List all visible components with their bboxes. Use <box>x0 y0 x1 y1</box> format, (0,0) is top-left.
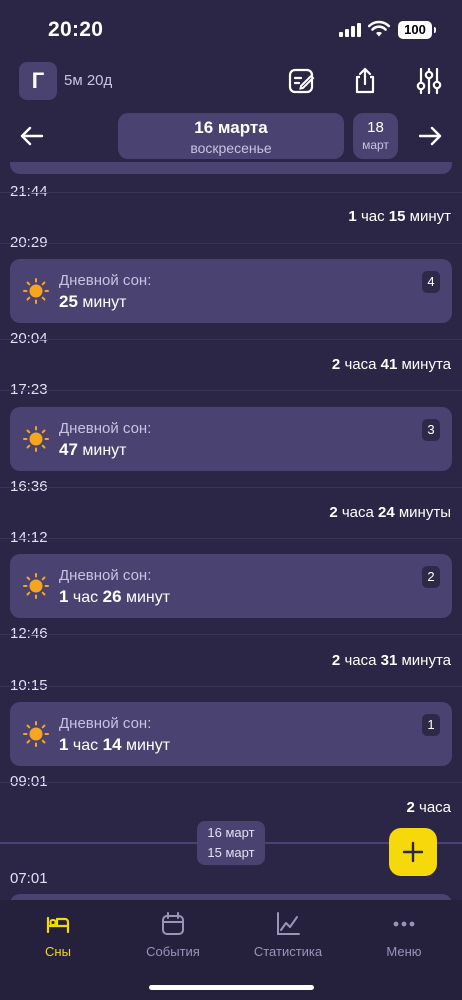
app-screen: 20:20 100 Г 5м 20д 16 марта воскресенье … <box>0 0 462 1000</box>
next-date-month: март <box>362 138 389 152</box>
edit-note-icon[interactable] <box>287 66 317 96</box>
timeline-time: 07:01 <box>10 870 48 887</box>
current-weekday: воскресенье <box>190 140 272 156</box>
arrow-left-icon[interactable] <box>18 122 46 150</box>
current-date-button[interactable]: 16 марта воскресенье <box>118 113 344 159</box>
wifi-icon <box>368 20 390 37</box>
nap-label: Дневной сон: <box>59 420 152 437</box>
line-chart-icon <box>277 912 300 935</box>
plus-icon <box>402 841 424 863</box>
tab-menu[interactable]: Меню <box>354 910 454 959</box>
awake-duration: 1 час 15 минут <box>348 208 451 225</box>
sleep-timeline[interactable]: 21:44 1 час 15 минут 20:29 Дневной сон: … <box>0 162 462 900</box>
nap-number-badge: 4 <box>422 271 440 293</box>
sun-icon <box>23 278 49 304</box>
nap-duration: 25 минут <box>59 292 127 311</box>
tab-sleeps[interactable]: Сны <box>8 910 108 959</box>
add-event-button[interactable] <box>389 828 437 876</box>
more-dots-icon <box>393 921 415 927</box>
child-avatar[interactable]: Г <box>19 62 57 100</box>
nap-card[interactable]: Дневной сон: 1 час 26 минут 2 <box>10 554 452 618</box>
sun-icon <box>23 573 49 599</box>
nap-card[interactable]: Дневной сон: 1 час 14 минут 1 <box>10 702 452 766</box>
sun-icon <box>23 426 49 452</box>
share-icon[interactable] <box>350 66 380 96</box>
bed-icon <box>46 916 70 934</box>
awake-duration: 2 часа 31 минута <box>331 652 451 669</box>
settings-sliders-icon[interactable] <box>414 66 444 96</box>
next-date-number: 18 <box>367 119 384 136</box>
tab-events[interactable]: События <box>123 910 223 959</box>
status-bar: 20:20 100 <box>0 0 462 58</box>
app-header: Г 5м 20д <box>0 58 462 106</box>
child-age: 5м 20д <box>64 72 113 89</box>
nap-duration: 1 час 14 минут <box>59 735 171 754</box>
next-date-button[interactable]: 18 март <box>353 113 398 159</box>
status-time: 20:20 <box>48 18 104 41</box>
nap-label: Дневной сон: <box>59 567 152 584</box>
awake-duration: 2 часа 41 минута <box>331 356 451 373</box>
nap-number-badge: 2 <box>422 566 440 588</box>
sun-icon <box>23 721 49 747</box>
calendar-icon <box>162 912 184 935</box>
nap-duration: 47 минут <box>59 440 127 459</box>
battery-indicator: 100 <box>398 21 436 39</box>
arrow-right-icon[interactable] <box>416 122 444 150</box>
date-navigation: 16 марта воскресенье 18 март <box>0 110 462 162</box>
nap-label: Дневной сон: <box>59 715 152 732</box>
home-indicator <box>149 985 314 990</box>
current-date: 16 марта <box>194 118 268 137</box>
nap-number-badge: 3 <box>422 419 440 441</box>
nap-number-badge: 1 <box>422 714 440 736</box>
day-divider-label: 16 март 15 март <box>197 821 265 865</box>
nap-duration: 1 час 26 минут <box>59 587 171 606</box>
cellular-signal-icon <box>339 23 361 37</box>
tab-statistics[interactable]: Статистика <box>238 910 338 959</box>
nap-card[interactable]: Дневной сон: 25 минут 4 <box>10 259 452 323</box>
awake-duration: 2 часа 24 минуты <box>329 504 451 521</box>
awake-duration: 2 часа <box>406 799 451 816</box>
nap-card[interactable]: Дневной сон: 47 минут 3 <box>10 407 452 471</box>
previous-sleep-card[interactable] <box>10 162 452 174</box>
nap-label: Дневной сон: <box>59 272 152 289</box>
